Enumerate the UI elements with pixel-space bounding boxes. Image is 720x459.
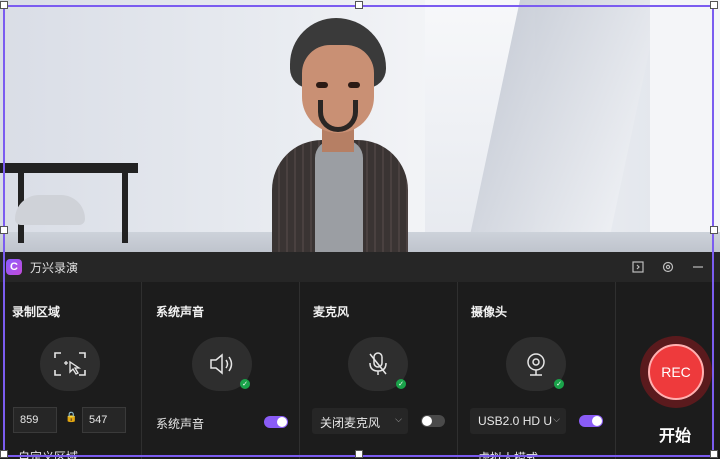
status-ok-icon: ✓ xyxy=(240,379,250,389)
record-button[interactable]: REC xyxy=(648,344,704,400)
avatar-eye xyxy=(316,82,328,88)
camera-preview xyxy=(0,0,720,252)
record-button-ring[interactable]: REC xyxy=(640,336,712,408)
app-title: 万兴录演 xyxy=(30,260,79,275)
lock-icon[interactable]: 🔒 xyxy=(65,412,77,423)
region-select-button[interactable] xyxy=(40,337,100,391)
section-title: 系统声音 xyxy=(156,305,205,319)
record-start-label: 开始 xyxy=(659,428,692,445)
camera-toggle[interactable] xyxy=(579,415,603,427)
resize-handle-right[interactable] xyxy=(710,226,718,234)
resize-handle-bottom-left[interactable] xyxy=(0,450,8,458)
chevron-down-icon: ⌵ xyxy=(395,414,402,424)
status-ok-icon: ✓ xyxy=(396,379,406,389)
app-logo-icon: C xyxy=(6,259,22,275)
avatar-eye xyxy=(348,82,360,88)
camera-mode-select[interactable]: 虚拟人模式 xyxy=(478,449,538,459)
section-title: 麦克风 xyxy=(313,305,350,319)
region-select-icon xyxy=(54,352,86,376)
background-table xyxy=(0,163,138,173)
system-audio-toggle[interactable] xyxy=(264,416,288,428)
region-height-input[interactable]: 547 xyxy=(82,407,126,433)
background-chair xyxy=(15,195,85,225)
section-camera: 摄像头 ✓ USB2.0 HD U ⌵ 虚拟人模式 xyxy=(457,282,614,459)
microphone-select[interactable]: 关闭麦克风 ⌵ xyxy=(312,408,408,434)
section-record: REC 开始 xyxy=(615,282,720,459)
status-ok-icon: ✓ xyxy=(554,379,564,389)
camera-select[interactable]: USB2.0 HD U ⌵ xyxy=(470,408,566,434)
resize-handle-left[interactable] xyxy=(0,226,8,234)
section-record-region: 录制区域 859 🔒 547 自定义区域 xyxy=(0,282,140,459)
system-audio-button[interactable]: ✓ xyxy=(192,337,252,391)
avatar-shirt xyxy=(315,140,363,252)
section-title: 录制区域 xyxy=(12,305,61,319)
table-leg xyxy=(122,173,128,243)
region-mode-select[interactable]: 自定义区域 xyxy=(18,448,78,459)
region-width-input[interactable]: 859 xyxy=(13,407,57,433)
section-microphone: 麦克风 ✓ 关闭麦克风 ⌵ xyxy=(299,282,456,459)
microphone-muted-icon xyxy=(369,352,387,375)
webcam-icon xyxy=(527,353,545,376)
section-title: 摄像头 xyxy=(471,305,508,319)
section-system-audio: 系统声音 ✓ 系统声音 xyxy=(141,282,298,459)
resize-handle-top-right[interactable] xyxy=(710,1,718,9)
app-titlebar: C 万兴录演 xyxy=(0,252,720,282)
expand-icon[interactable] xyxy=(630,259,646,275)
resize-handle-top[interactable] xyxy=(355,1,363,9)
microphone-button[interactable]: ✓ xyxy=(348,337,408,391)
minimize-icon[interactable] xyxy=(690,259,706,275)
resize-handle-bottom[interactable] xyxy=(355,450,363,458)
resize-handle-top-left[interactable] xyxy=(0,1,8,9)
system-audio-label: 系统声音 xyxy=(156,417,205,431)
chevron-down-icon: ⌵ xyxy=(553,414,560,424)
control-panel: 录制区域 859 🔒 547 自定义区域 系统声音 ✓ 系统声音 麦克风 ✓ 关… xyxy=(0,282,720,459)
resize-handle-bottom-right[interactable] xyxy=(710,450,718,458)
settings-icon[interactable] xyxy=(660,259,676,275)
background-wall xyxy=(650,0,720,252)
speaker-icon xyxy=(210,353,233,375)
camera-button[interactable]: ✓ xyxy=(506,337,566,391)
microphone-toggle[interactable] xyxy=(421,415,445,427)
